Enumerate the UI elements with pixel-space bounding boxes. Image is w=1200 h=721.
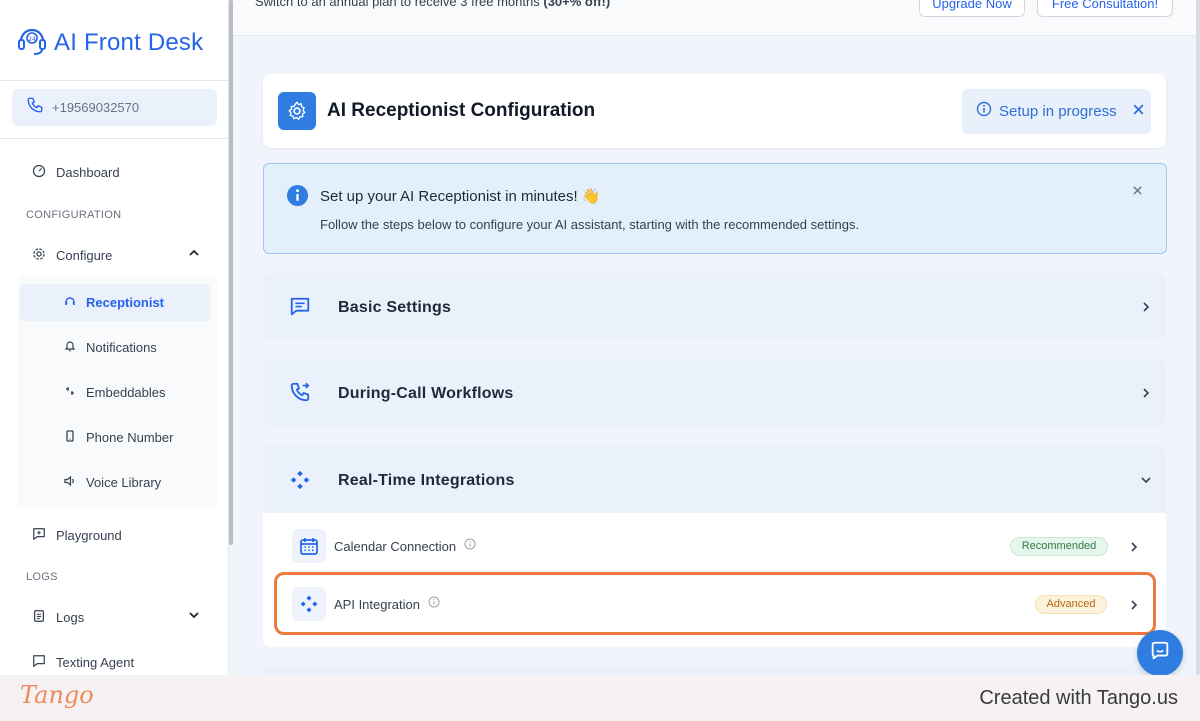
dashboard-icon	[32, 164, 46, 181]
phone-number-selector[interactable]: +19569032570	[12, 89, 217, 126]
setup-status-pill[interactable]: Setup in progress	[962, 89, 1151, 134]
info-description: Follow the steps below to configure your…	[320, 217, 860, 232]
sidebar-item-label: Configure	[56, 248, 113, 263]
sidebar-item-configure[interactable]: Configure	[32, 247, 200, 264]
setup-status-text: Setup in progress	[999, 103, 1117, 120]
phone-number: +19569032570	[52, 100, 140, 115]
app-name: AI Front Desk	[54, 28, 204, 56]
sidebar-item-label: Texting Agent	[56, 655, 135, 670]
tango-footer: Tango Created with Tango.us	[0, 675, 1200, 721]
sidebar-item-notifications[interactable]: Notifications	[64, 340, 157, 355]
sidebar-item-dashboard[interactable]: Dashboard	[32, 164, 120, 181]
sidebar-item-playground[interactable]: Playground	[32, 527, 122, 544]
phone-icon	[26, 96, 44, 119]
gear-icon	[32, 247, 46, 264]
sidebar-item-label: Logs	[56, 610, 85, 625]
upgrade-now-button[interactable]: Upgrade Now	[919, 0, 1025, 17]
chevron-right-icon	[1140, 386, 1152, 404]
section-basic-settings[interactable]: Basic Settings	[263, 273, 1166, 340]
message-icon	[32, 527, 46, 544]
info-title: Set up your AI Receptionist in minutes! …	[320, 188, 601, 205]
step-highlight	[274, 572, 1156, 635]
main-scrollbar[interactable]	[1196, 0, 1200, 675]
document-icon	[32, 609, 46, 626]
sidebar-item-label: Playground	[56, 528, 122, 543]
chat-icon	[32, 654, 46, 671]
sidebar-item-phone-number[interactable]: Phone Number	[64, 430, 173, 445]
headset-icon	[64, 295, 76, 310]
message-square-icon	[289, 296, 311, 323]
sidebar-item-receptionist[interactable]: Receptionist	[64, 295, 164, 310]
sidebar-item-label: Receptionist	[86, 295, 165, 310]
sidebar-item-label: Dashboard	[56, 165, 120, 180]
sidebar-item-label: Phone Number	[86, 430, 174, 445]
svg-text:24: 24	[28, 36, 36, 43]
divider	[0, 138, 229, 139]
calendar-icon	[292, 529, 326, 563]
bell-icon	[64, 340, 76, 355]
sidebar-item-logs[interactable]: Logs	[32, 609, 200, 626]
integration-label: Calendar Connection	[334, 538, 457, 554]
chevron-right-icon	[1128, 540, 1140, 558]
close-icon[interactable]	[1132, 103, 1145, 121]
app-logo[interactable]: 24 AI Front Desk	[16, 24, 203, 61]
upgrade-banner-text: Switch to an annual plan to receive 3 fr…	[255, 0, 610, 9]
embed-icon	[64, 385, 76, 400]
headset-icon: 24	[16, 24, 48, 61]
banner-discount: (30+% off!)	[543, 0, 611, 9]
section-title: During-Call Workflows	[338, 385, 514, 402]
sidebar-scrollbar[interactable]	[229, 0, 233, 545]
banner-message: Switch to an annual plan to receive 3 fr…	[255, 0, 540, 9]
sidebar-item-texting-agent[interactable]: Texting Agent	[32, 654, 134, 671]
chevron-down-icon	[1140, 473, 1152, 491]
section-during-call-workflows[interactable]: During-Call Workflows	[263, 359, 1166, 426]
tango-logo: Tango	[20, 681, 94, 709]
sidebar-item-label: Voice Library	[86, 475, 162, 490]
section-title: Real-Time Integrations	[338, 472, 515, 489]
footer-credit: Created with Tango.us	[979, 687, 1178, 709]
info-icon	[286, 184, 309, 212]
config-header-card: AI Receptionist Configuration Setup in p…	[263, 74, 1166, 148]
close-icon[interactable]	[1132, 183, 1143, 201]
sidebar-item-voice-library[interactable]: Voice Library	[64, 475, 161, 490]
sidebar-item-embeddables[interactable]: Embeddables	[64, 385, 166, 400]
info-icon	[976, 101, 992, 122]
speaker-icon	[64, 475, 76, 490]
sidebar-item-label: Embeddables	[86, 385, 166, 400]
integration-calendar-connection[interactable]: Calendar Connection Recommended	[292, 526, 1154, 566]
chat-widget-button[interactable]	[1137, 630, 1183, 676]
recommended-badge: Recommended	[1010, 536, 1108, 556]
section-title: Basic Settings	[338, 299, 452, 316]
sidebar-item-label: Notifications	[86, 340, 157, 355]
info-icon[interactable]	[464, 537, 476, 555]
divider	[0, 80, 229, 81]
sidebar: 24 AI Front Desk +19569032570 Dashboard …	[0, 0, 229, 675]
integration-icon	[289, 469, 311, 496]
chevron-right-icon	[1140, 300, 1152, 318]
upgrade-banner: Switch to an annual plan to receive 3 fr…	[233, 0, 1200, 36]
chat-bubble-icon	[1149, 640, 1171, 667]
phone-forward-icon	[289, 381, 311, 408]
section-label-configuration: CONFIGURATION	[26, 209, 122, 221]
chevron-down-icon	[188, 609, 200, 624]
free-consultation-button[interactable]: Free Consultation!	[1037, 0, 1173, 17]
section-label-logs: LOGS	[26, 571, 58, 583]
page-title: AI Receptionist Configuration	[327, 100, 596, 121]
chevron-up-icon	[188, 247, 200, 262]
gear-icon	[278, 92, 316, 130]
setup-info-alert: Set up your AI Receptionist in minutes! …	[263, 163, 1167, 254]
mobile-icon	[64, 430, 76, 445]
